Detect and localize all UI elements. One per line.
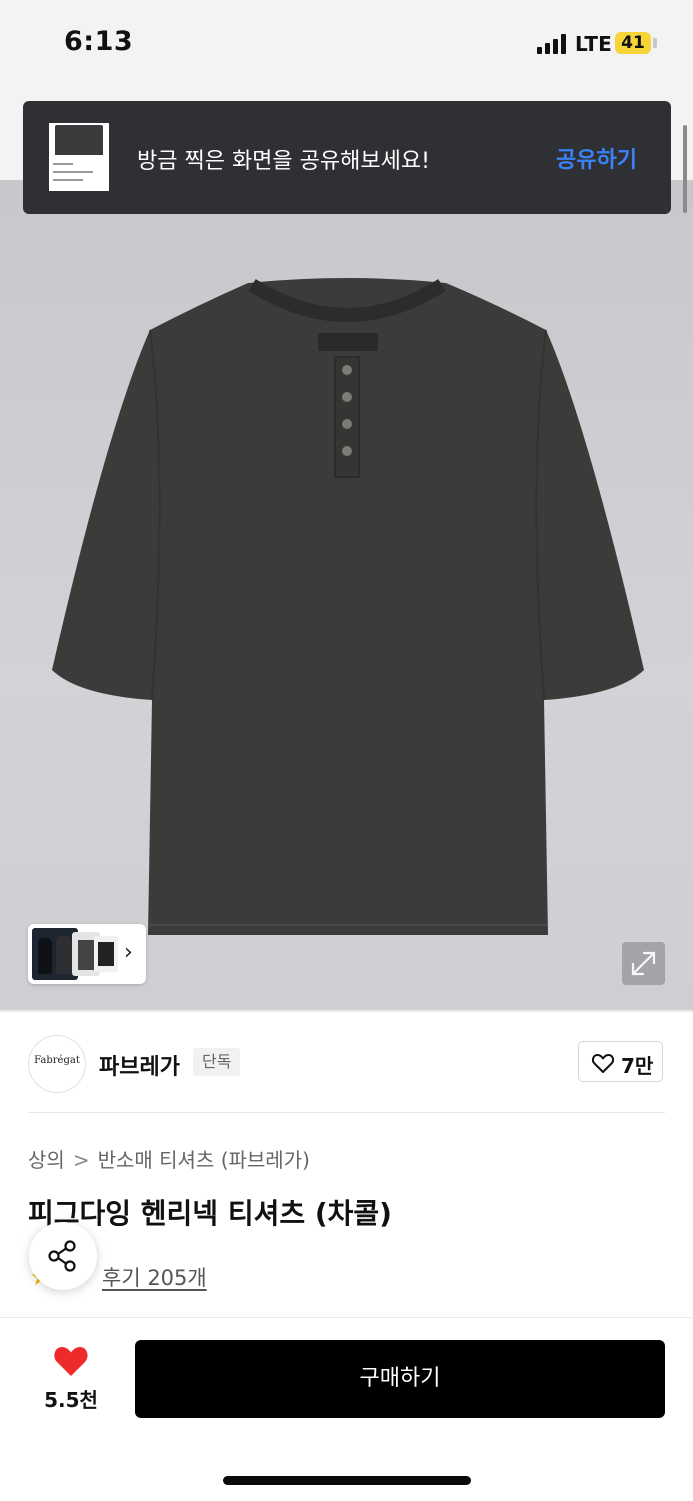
battery-cap bbox=[653, 38, 657, 48]
home-indicator[interactable] bbox=[223, 1476, 471, 1485]
breadcrumb: 상의 > 반소매 티셔츠 (파브레가) bbox=[28, 1144, 310, 1173]
share-button[interactable] bbox=[29, 1222, 97, 1290]
chevron-right-icon: › bbox=[124, 940, 133, 965]
review-link[interactable]: 후기 205개 bbox=[102, 1262, 207, 1292]
brand-logo[interactable]: Fabrégat bbox=[28, 1035, 86, 1093]
status-bar: 6:13 LTE 41 bbox=[0, 0, 693, 90]
expand-arrows-icon bbox=[631, 951, 656, 976]
brand-like-count: 7만 bbox=[621, 1054, 654, 1078]
breadcrumb-item-subcategory[interactable]: 반소매 티셔츠 (파브레가) bbox=[98, 1144, 310, 1173]
expand-image-button[interactable] bbox=[622, 942, 665, 985]
scrollbar[interactable] bbox=[683, 125, 687, 213]
divider bbox=[0, 1010, 693, 1012]
divider bbox=[28, 1112, 665, 1113]
heart-outline-icon bbox=[591, 1054, 615, 1073]
toast-message: 방금 찍은 화면을 공유해보세요! bbox=[137, 149, 430, 174]
heart-filled-icon bbox=[54, 1347, 88, 1376]
buy-button[interactable]: 구매하기 bbox=[135, 1340, 665, 1418]
share-icon bbox=[48, 1240, 76, 1272]
brand-name[interactable]: 파브레가 bbox=[99, 1049, 180, 1081]
share-toast: 방금 찍은 화면을 공유해보세요! 공유하기 bbox=[23, 101, 671, 214]
signal-bars-icon bbox=[537, 34, 569, 54]
network-label: LTE bbox=[575, 32, 612, 56]
product-title: 피그다잉 헨리넥 티셔츠 (차콜) bbox=[28, 1197, 392, 1230]
share-now-button[interactable]: 공유하기 bbox=[556, 142, 637, 174]
exclusive-badge: 단독 bbox=[193, 1048, 241, 1076]
thumbnail-3[interactable] bbox=[94, 936, 118, 972]
wishlist-count: 5.5천 bbox=[44, 1388, 98, 1412]
breadcrumb-item-category[interactable]: 상의 bbox=[28, 1144, 65, 1173]
brand-like-button[interactable]: 7만 bbox=[578, 1041, 663, 1082]
breadcrumb-separator: > bbox=[72, 1148, 90, 1172]
battery-icon: 41 bbox=[615, 32, 651, 54]
screenshot-thumbnail[interactable] bbox=[49, 123, 109, 191]
product-photo-tshirt bbox=[52, 278, 644, 935]
wishlist-button[interactable] bbox=[52, 1344, 90, 1382]
status-time: 6:13 bbox=[64, 26, 134, 57]
image-thumbnails[interactable]: › bbox=[28, 924, 146, 984]
product-image[interactable] bbox=[0, 90, 693, 1010]
